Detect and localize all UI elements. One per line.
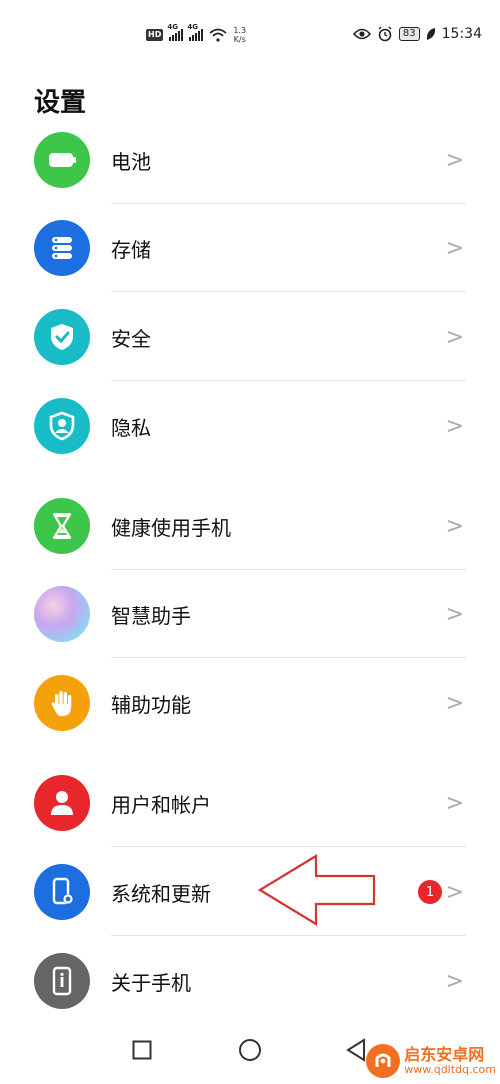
settings-item-label: 隐私 (111, 415, 151, 440)
chevron-right-icon: > (445, 413, 464, 439)
settings-item-security[interactable]: 安全 > (0, 293, 500, 381)
privacy-icon (34, 398, 90, 454)
settings-item-privacy[interactable]: 隐私 > (0, 382, 500, 470)
settings-item-label: 存储 (111, 237, 151, 262)
watermark-logo-icon (366, 1044, 401, 1078)
security-shield-icon (34, 309, 90, 365)
settings-item-label: 用户和帐户 (111, 792, 211, 817)
settings-item-users-accounts[interactable]: 用户和帐户 > (0, 759, 500, 847)
settings-item-storage[interactable]: 存储 > (0, 204, 500, 292)
chevron-right-icon: > (445, 879, 464, 905)
user-icon (34, 775, 90, 831)
assistant-orb-icon (34, 586, 90, 642)
settings-item-about-phone[interactable]: 关于手机 > (0, 937, 500, 1025)
chevron-right-icon: > (445, 690, 464, 716)
eye-icon (352, 28, 371, 40)
home-button[interactable] (230, 1030, 270, 1070)
settings-item-label: 辅助功能 (111, 692, 191, 717)
settings-item-label: 智慧助手 (111, 603, 191, 628)
phone-settings-icon (34, 864, 90, 920)
triangle-back-icon (346, 1038, 365, 1062)
chevron-right-icon: > (445, 235, 464, 261)
settings-item-accessibility[interactable]: 辅助功能 > (0, 659, 500, 747)
chevron-right-icon: > (445, 790, 464, 816)
status-left: HD 4G 4G 1.3 K/s (146, 23, 247, 44)
clock: 15:34 (441, 26, 482, 42)
notification-badge: 1 (418, 880, 442, 904)
divider (111, 846, 466, 847)
settings-item-digital-balance[interactable]: 健康使用手机 > (0, 482, 500, 570)
settings-item-label: 关于手机 (111, 970, 191, 995)
chevron-right-icon: > (445, 147, 464, 173)
network-speed: 1.3 K/s (233, 26, 247, 44)
battery-indicator: 83 (398, 27, 420, 41)
divider (111, 380, 466, 381)
watermark: 启东安卓网 www.qdltdq.com (366, 1044, 496, 1078)
chevron-right-icon: > (445, 513, 464, 539)
status-right: 83 15:34 (352, 26, 482, 42)
settings-item-label: 安全 (111, 326, 151, 351)
chevron-right-icon: > (445, 324, 464, 350)
battery-icon (34, 132, 90, 188)
chevron-right-icon: > (445, 968, 464, 994)
settings-item-label: 健康使用手机 (111, 515, 231, 540)
divider (111, 935, 466, 936)
recent-apps-button[interactable] (122, 1030, 162, 1070)
square-icon (132, 1040, 152, 1060)
alarm-icon (378, 26, 392, 42)
hd-icon: HD (146, 29, 164, 41)
storage-icon (34, 220, 90, 276)
page-title: 设置 (34, 88, 87, 118)
chevron-right-icon: > (445, 601, 464, 627)
circle-icon (239, 1039, 261, 1061)
settings-item-label: 系统和更新 (111, 881, 211, 906)
status-bar: HD 4G 4G 1.3 K/s 83 15:34 (0, 0, 500, 72)
annotation-arrow-icon (258, 854, 376, 926)
settings-item-system-update[interactable]: 系统和更新 1 > (0, 848, 500, 936)
settings-item-smart-assistant[interactable]: 智慧助手 > (0, 570, 500, 658)
divider (111, 291, 466, 292)
signal-icon-1: 4G (167, 23, 184, 41)
phone-info-icon (34, 953, 90, 1009)
watermark-name: 启东安卓网 (404, 1044, 485, 1064)
wifi-icon (209, 28, 227, 42)
watermark-url: www.qdltdq.com (404, 1062, 496, 1076)
leaf-icon (426, 28, 435, 40)
hourglass-icon (34, 498, 90, 554)
signal-icon-2: 4G (187, 23, 204, 41)
settings-item-label: 电池 (111, 149, 151, 174)
settings-item-battery[interactable]: 电池 > (0, 116, 500, 204)
divider (111, 657, 466, 658)
hand-icon (34, 675, 90, 731)
